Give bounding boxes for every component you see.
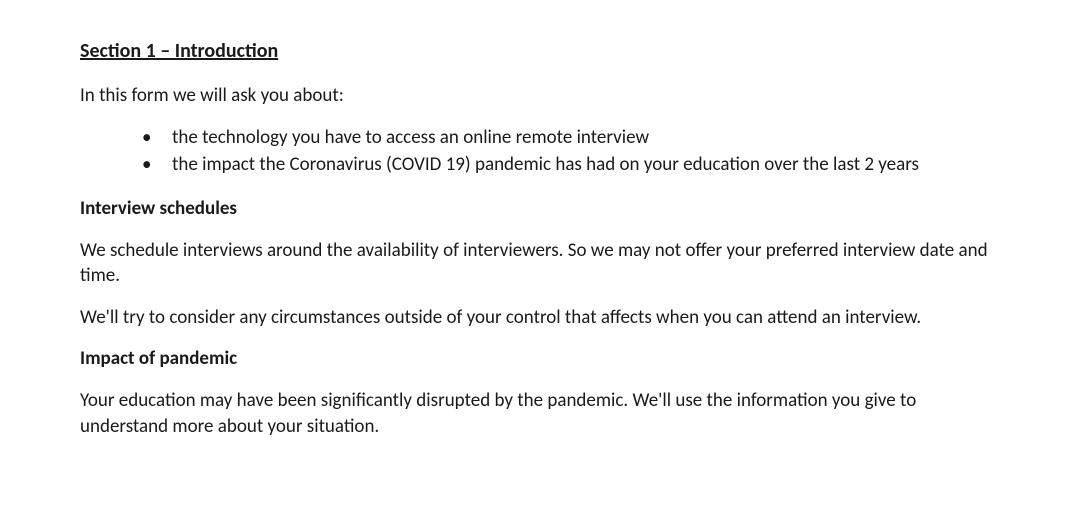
intro-line: In this form we will ask you about:: [80, 83, 988, 109]
paragraph: We'll try to consider any circumstances …: [80, 305, 988, 331]
subheading-interview-schedules: Interview schedules: [80, 196, 988, 222]
intro-bullet-list: the technology you have to access an onl…: [80, 125, 988, 178]
paragraph: We schedule interviews around the availa…: [80, 238, 988, 289]
section-title: Section 1 – Introduction: [80, 38, 988, 65]
list-item: the technology you have to access an onl…: [142, 125, 988, 151]
paragraph: Your education may have been significant…: [80, 388, 988, 439]
list-item: the impact the Coronavirus (COVID 19) pa…: [142, 152, 988, 178]
subheading-impact-of-pandemic: Impact of pandemic: [80, 346, 988, 372]
